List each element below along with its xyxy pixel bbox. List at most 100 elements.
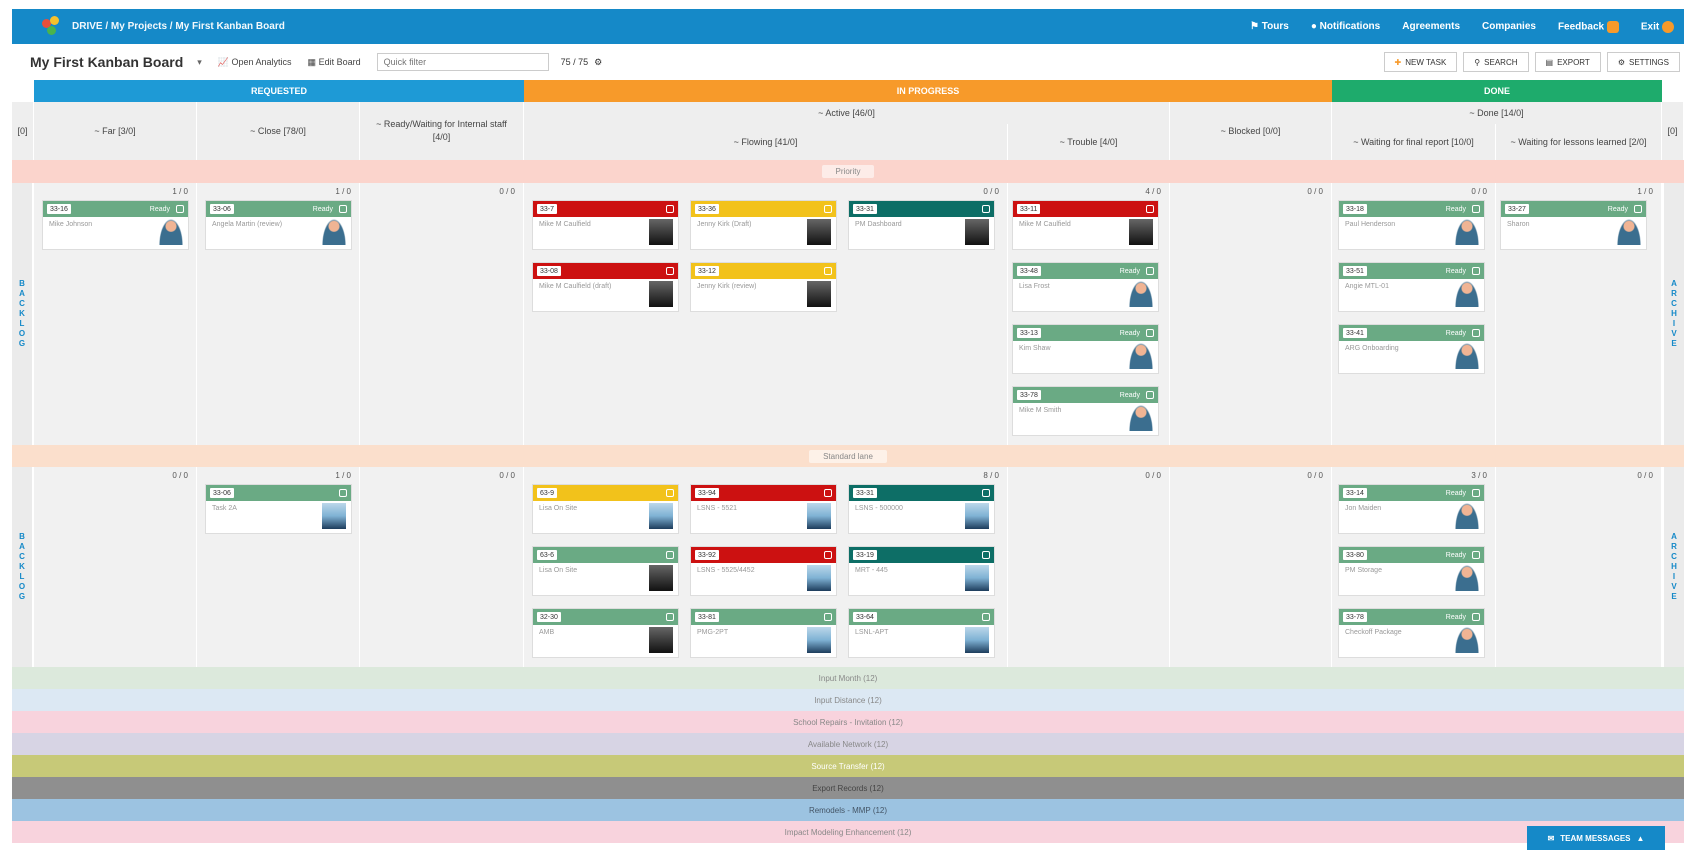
column-header-trouble[interactable]: ~ Trouble [4/0] xyxy=(1008,124,1170,160)
card-checkbox-icon[interactable] xyxy=(1146,391,1154,399)
assignee-avatar[interactable] xyxy=(1129,405,1153,431)
column-header-ready[interactable]: ~ Ready/Waiting for Internal staff [4/0] xyxy=(360,102,524,160)
card-checkbox-icon[interactable] xyxy=(1472,267,1480,275)
card-checkbox-icon[interactable] xyxy=(666,205,674,213)
card-checkbox-icon[interactable] xyxy=(982,205,990,213)
card-checkbox-icon[interactable] xyxy=(1634,205,1642,213)
phase-in-progress[interactable]: IN PROGRESS xyxy=(524,80,1332,102)
task-card[interactable]: 33-36 Jenny Kirk (Draft) xyxy=(690,200,837,250)
column-header-waiting-lessons[interactable]: ~ Waiting for lessons learned [2/0] xyxy=(1496,124,1662,160)
card-checkbox-icon[interactable] xyxy=(1146,267,1154,275)
assignee-avatar[interactable] xyxy=(159,219,183,245)
backlog-toggle[interactable]: BACKLOG xyxy=(12,183,32,445)
archive-toggle[interactable]: ARCHIVE xyxy=(1664,467,1684,667)
swimlane-title[interactable]: Source Transfer (12) xyxy=(12,755,1684,777)
breadcrumb[interactable]: DRIVE / My Projects / My First Kanban Bo… xyxy=(72,21,285,32)
card-checkbox-icon[interactable] xyxy=(824,613,832,621)
exit-link[interactable]: Exit xyxy=(1641,20,1674,33)
task-card[interactable]: 33-14 Ready Jon Maiden xyxy=(1338,484,1485,534)
task-card[interactable]: 33-78 Ready Checkoff Package xyxy=(1338,608,1485,658)
swimlane-title[interactable]: Available Network (12) xyxy=(12,733,1684,755)
tours-link[interactable]: ⚑ Tours xyxy=(1250,21,1289,32)
assignee-avatar[interactable] xyxy=(322,219,346,245)
task-card[interactable]: 33-41 Ready ARG Onboarding xyxy=(1338,324,1485,374)
card-checkbox-icon[interactable] xyxy=(339,205,347,213)
backlog-toggle[interactable]: BACKLOG xyxy=(12,467,32,667)
card-checkbox-icon[interactable] xyxy=(982,613,990,621)
task-card[interactable]: 33-64 LSNL-APT xyxy=(848,608,995,658)
app-logo-icon[interactable] xyxy=(42,15,64,38)
task-card[interactable]: 33-27 Ready Sharon xyxy=(1500,200,1647,250)
task-card[interactable]: 33-13 Ready Kim Shaw xyxy=(1012,324,1159,374)
assignee-avatar[interactable] xyxy=(1455,627,1479,653)
assignee-avatar[interactable] xyxy=(965,565,989,591)
swimlane-title[interactable]: Input Distance (12) xyxy=(12,689,1684,711)
task-card[interactable]: 33-92 LSNS - 5525/4452 xyxy=(690,546,837,596)
task-card[interactable]: 33-18 Ready Paul Henderson xyxy=(1338,200,1485,250)
column-header-flowing[interactable]: ~ Flowing [41/0] xyxy=(524,124,1008,160)
card-checkbox-icon[interactable] xyxy=(982,489,990,497)
swimlane-title[interactable]: Impact Modeling Enhancement (12) xyxy=(12,821,1684,843)
assignee-avatar[interactable] xyxy=(965,503,989,529)
assignee-avatar[interactable] xyxy=(1455,219,1479,245)
card-checkbox-icon[interactable] xyxy=(824,489,832,497)
open-analytics-button[interactable]: 📈 Open Analytics xyxy=(218,57,292,68)
assignee-avatar[interactable] xyxy=(807,565,831,591)
card-checkbox-icon[interactable] xyxy=(1472,551,1480,559)
new-task-button[interactable]: ✚ NEW TASK xyxy=(1383,52,1458,72)
assignee-avatar[interactable] xyxy=(649,627,673,653)
team-messages-button[interactable]: ✉ TEAM MESSAGES ▲ xyxy=(1527,826,1665,850)
assignee-avatar[interactable] xyxy=(807,281,831,307)
card-checkbox-icon[interactable] xyxy=(666,551,674,559)
column-header-far[interactable]: ~ Far [3/0] xyxy=(34,102,197,160)
task-card[interactable]: 33-31 PM Dashboard xyxy=(848,200,995,250)
feedback-link[interactable]: Feedback xyxy=(1558,20,1619,33)
nav-item-companies[interactable]: Companies xyxy=(1482,21,1536,32)
assignee-avatar[interactable] xyxy=(1455,565,1479,591)
quick-filter-input[interactable] xyxy=(376,53,549,71)
swimlane-title[interactable]: Standard lane xyxy=(12,445,1684,467)
task-card[interactable]: 33-78 Ready Mike M Smith xyxy=(1012,386,1159,436)
column-header-blocked[interactable]: ~ Blocked [0/0] xyxy=(1170,102,1332,160)
card-checkbox-icon[interactable] xyxy=(339,489,347,497)
phase-requested[interactable]: REQUESTED xyxy=(34,80,524,102)
assignee-avatar[interactable] xyxy=(807,219,831,245)
assignee-avatar[interactable] xyxy=(1455,503,1479,529)
task-card[interactable]: 33-12 Jenny Kirk (review) xyxy=(690,262,837,312)
task-card[interactable]: 33-06 Task 2A xyxy=(205,484,352,534)
assignee-avatar[interactable] xyxy=(807,627,831,653)
backlog-column-header[interactable]: [0] xyxy=(12,102,34,160)
export-button[interactable]: ▤ EXPORT xyxy=(1534,52,1601,72)
settings-button[interactable]: ⚙ SETTINGS xyxy=(1606,52,1680,72)
card-checkbox-icon[interactable] xyxy=(824,267,832,275)
task-card[interactable]: 33-80 Ready PM Storage xyxy=(1338,546,1485,596)
assignee-avatar[interactable] xyxy=(322,503,346,529)
task-card[interactable]: 33-31 LSNS - 500000 xyxy=(848,484,995,534)
card-checkbox-icon[interactable] xyxy=(824,205,832,213)
assignee-avatar[interactable] xyxy=(649,219,673,245)
settings-gear-icon[interactable]: ⚙ xyxy=(594,57,602,68)
card-checkbox-icon[interactable] xyxy=(1472,613,1480,621)
task-card[interactable]: 33-06 Ready Angela Martin (review) xyxy=(205,200,352,250)
archive-toggle[interactable]: ARCHIVE xyxy=(1664,183,1684,445)
task-card[interactable]: 33-16 Ready Mike Johnson xyxy=(42,200,189,250)
task-card[interactable]: 33-08 Mike M Caulfield (draft) xyxy=(532,262,679,312)
assignee-avatar[interactable] xyxy=(807,503,831,529)
swimlane-title[interactable]: Export Records (12) xyxy=(12,777,1684,799)
card-checkbox-icon[interactable] xyxy=(666,613,674,621)
assignee-avatar[interactable] xyxy=(1129,219,1153,245)
phase-done[interactable]: DONE xyxy=(1332,80,1662,102)
task-card[interactable]: 33-48 Ready Lisa Frost xyxy=(1012,262,1159,312)
column-header-done[interactable]: ~ Done [14/0] xyxy=(1332,102,1662,124)
column-header-waiting-final-report[interactable]: ~ Waiting for final report [10/0] xyxy=(1332,124,1496,160)
assignee-avatar[interactable] xyxy=(649,503,673,529)
assignee-avatar[interactable] xyxy=(1455,281,1479,307)
card-checkbox-icon[interactable] xyxy=(176,205,184,213)
notifications-link[interactable]: ● Notifications xyxy=(1311,21,1380,32)
card-checkbox-icon[interactable] xyxy=(824,551,832,559)
swimlane-title[interactable]: School Repairs - Invitation (12) xyxy=(12,711,1684,733)
assignee-avatar[interactable] xyxy=(965,219,989,245)
task-card[interactable]: 63-6 Lisa On Site xyxy=(532,546,679,596)
assignee-avatar[interactable] xyxy=(1455,343,1479,369)
task-card[interactable]: 63-9 Lisa On Site xyxy=(532,484,679,534)
